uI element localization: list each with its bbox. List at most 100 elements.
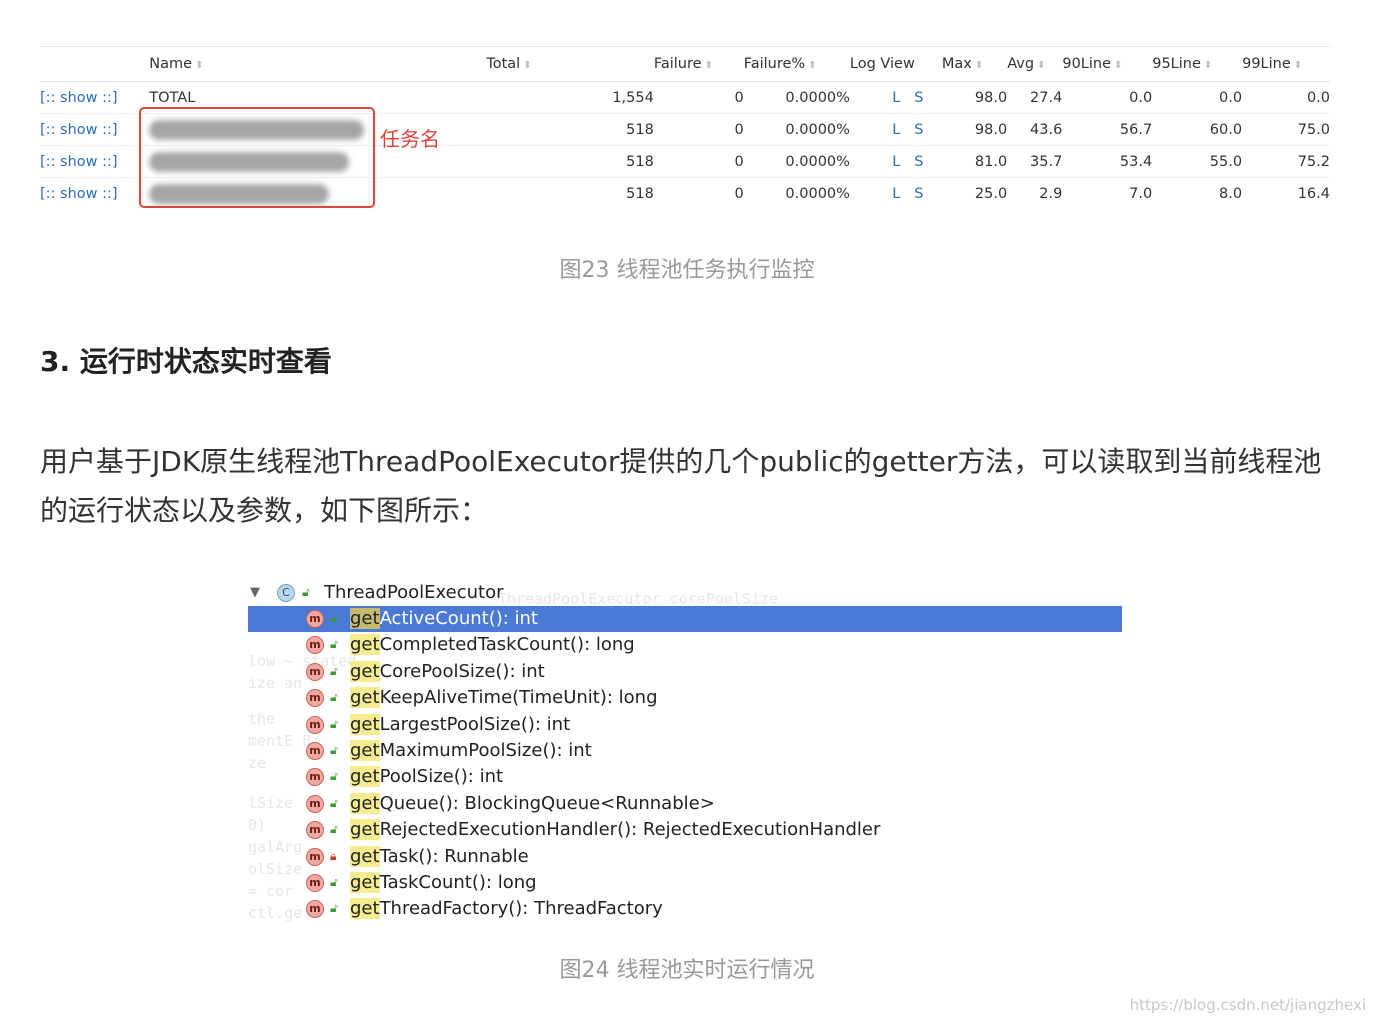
method-signature-rest: KeepAliveTime(TimeUnit): long [379,687,658,709]
public-lock-icon: 🔓︎ [330,875,338,889]
annotation-label: 任务名 [380,127,440,151]
sort-icon[interactable]: ⬍ [1204,60,1212,71]
line90-cell: 7.0 [1129,185,1153,202]
public-lock-icon: 🔓︎ [330,663,338,678]
max-cell: 98.0 [941,81,1008,114]
method-signature: getCompletedTaskCount(): long [350,632,635,658]
show-link[interactable]: [:: show ::] [40,154,118,170]
method-item[interactable]: m 🔓︎ getKeepAliveTime(TimeUnit): long [248,685,1122,711]
figure-23-caption: 图23 线程池任务执行监控 [559,258,815,283]
method-signature-rest: MaximumPoolSize(): int [379,740,592,761]
col-avg[interactable]: Avg ⬍ [1007,47,1063,82]
method-signature-rest: Task(): Runnable [379,845,529,867]
col-95line[interactable]: 95Line ⬍ [1152,47,1243,82]
log-link-l[interactable]: L [892,90,900,106]
method-signature-rest: Queue(): BlockingQueue<Runnable> [379,792,715,814]
failure-pct-cell: 0.0000% [743,81,850,114]
sort-icon[interactable]: ⬍ [705,60,713,71]
method-signature: getRejectedExecutionHandler(): RejectedE… [350,817,880,843]
sort-icon[interactable]: ⬍ [195,60,203,71]
match-highlight: get [350,898,380,920]
method-item[interactable]: m 🔓︎ getRejectedExecutionHandler(): Reject… [248,817,1122,843]
log-link-l[interactable]: L [892,154,900,170]
method-item[interactable]: m 🔓︎ getTaskCount(): long [248,870,1122,896]
show-link[interactable]: [:: show ::] [40,122,118,138]
match-highlight: get [350,872,380,893]
total-cell: 1,554 [486,81,654,114]
method-item[interactable]: m 🔓︎ getCorePoolSize(): int [248,659,1122,685]
method-signature-rest: RejectedExecutionHandler(): RejectedExec… [379,819,881,841]
log-link-s[interactable]: S [914,154,923,170]
method-signature-rest: ThreadFactory(): ThreadFactory [379,898,663,920]
failure-cell: 0 [653,145,744,178]
failure-pct-cell: 0.0000% [743,145,850,178]
sort-icon[interactable]: ⬍ [1294,60,1302,71]
col-failure-pct[interactable]: Failure% ⬍ [743,47,850,82]
max-cell: 25.0 [974,185,1008,202]
log-link-l[interactable]: L [892,122,900,138]
col-total[interactable]: Total ⬍ [486,47,654,82]
annotation-box [139,107,375,208]
line90-cell: 0.0 [1062,81,1153,114]
method-signature: getMaximumPoolSize(): int [350,738,592,764]
log-link-l[interactable]: L [892,186,900,202]
method-item[interactable]: m 🔓︎ getThreadFactory(): ThreadFactory [248,896,1122,922]
col-max[interactable]: Max ⬍ [941,47,1008,82]
col-90line[interactable]: 90Line ⬍ [1062,47,1153,82]
sort-icon[interactable]: ⬍ [975,60,983,71]
log-link-s[interactable]: S [914,90,923,106]
class-tree-node[interactable]: ▼ C 🔓︎ ThreadPoolExecutor [248,580,1122,606]
log-link-s[interactable]: S [914,122,923,138]
show-link[interactable]: [:: show ::] [40,90,118,106]
log-link-s[interactable]: S [914,186,923,202]
method-icon: m [306,794,324,813]
method-item[interactable]: m 🔓︎ getLargestPoolSize(): int [248,712,1122,738]
method-icon: m [306,610,324,628]
public-lock-icon: 🔓︎ [330,690,338,705]
collapse-triangle-icon[interactable]: ▼ [250,580,260,606]
sort-icon[interactable]: ⬍ [1037,60,1045,71]
method-signature: getTask(): Runnable [350,844,529,870]
method-signature: getActiveCount(): int [350,606,538,632]
public-lock-icon: 🔓︎ [330,743,338,757]
method-signature-rest: ActiveCount(): int [379,608,538,629]
public-lock-icon: 🔓︎ [330,716,338,731]
method-item[interactable]: m 🔓︎ getCompletedTaskCount(): long [248,632,1122,658]
method-item[interactable]: m 🔓︎ getPoolSize(): int [248,764,1122,790]
line95-cell: 60.0 [1152,113,1243,146]
method-item[interactable]: m 🔓︎ getQueue(): BlockingQueue<Runnable> [248,791,1122,817]
col-99line[interactable]: 99Line ⬍ [1242,47,1330,82]
method-icon: m [306,689,324,708]
show-link[interactable]: [:: show ::] [40,186,118,202]
method-icon: m [306,900,324,919]
line99-cell: 16.4 [1297,185,1330,202]
method-signature-rest: LargestPoolSize(): int [379,713,571,735]
method-icon: m [306,821,324,840]
public-lock-icon: 🔓︎ [330,637,338,652]
sort-icon[interactable]: ⬍ [523,60,531,71]
section-heading: 3. 运行时状态实时查看 [40,345,332,378]
col-failure[interactable]: Failure ⬍ [653,47,744,82]
sort-icon[interactable]: ⬍ [808,60,816,71]
line95-cell: 55.0 [1152,145,1243,178]
method-signature: getLargestPoolSize(): int [350,712,570,738]
line99-cell: 75.2 [1242,145,1330,178]
method-icon: m [306,662,324,681]
private-lock-icon: 🔒︎ [330,848,337,863]
method-signature-rest: PoolSize(): int [379,766,504,788]
method-item[interactable]: m 🔒︎ getTask(): Runnable [248,844,1122,870]
method-item[interactable]: m 🔓︎ getMaximumPoolSize(): int [248,738,1122,764]
col-name[interactable]: Name ⬍ [149,47,487,82]
col-show [40,47,150,82]
method-icon: m [306,768,324,787]
avg-cell: 35.7 [1007,145,1063,178]
method-item[interactable]: m 🔓︎ getActiveCount(): int [248,606,1122,632]
sort-icon[interactable]: ⬍ [1114,60,1122,71]
method-icon: m [306,742,324,760]
class-icon: C [277,584,295,602]
method-signature: getCorePoolSize(): int [350,659,545,685]
avg-cell: 2.9 [1039,185,1063,202]
method-signature: getQueue(): BlockingQueue<Runnable> [350,791,715,817]
method-signature: getTaskCount(): long [350,870,537,896]
match-highlight: get [350,845,380,867]
